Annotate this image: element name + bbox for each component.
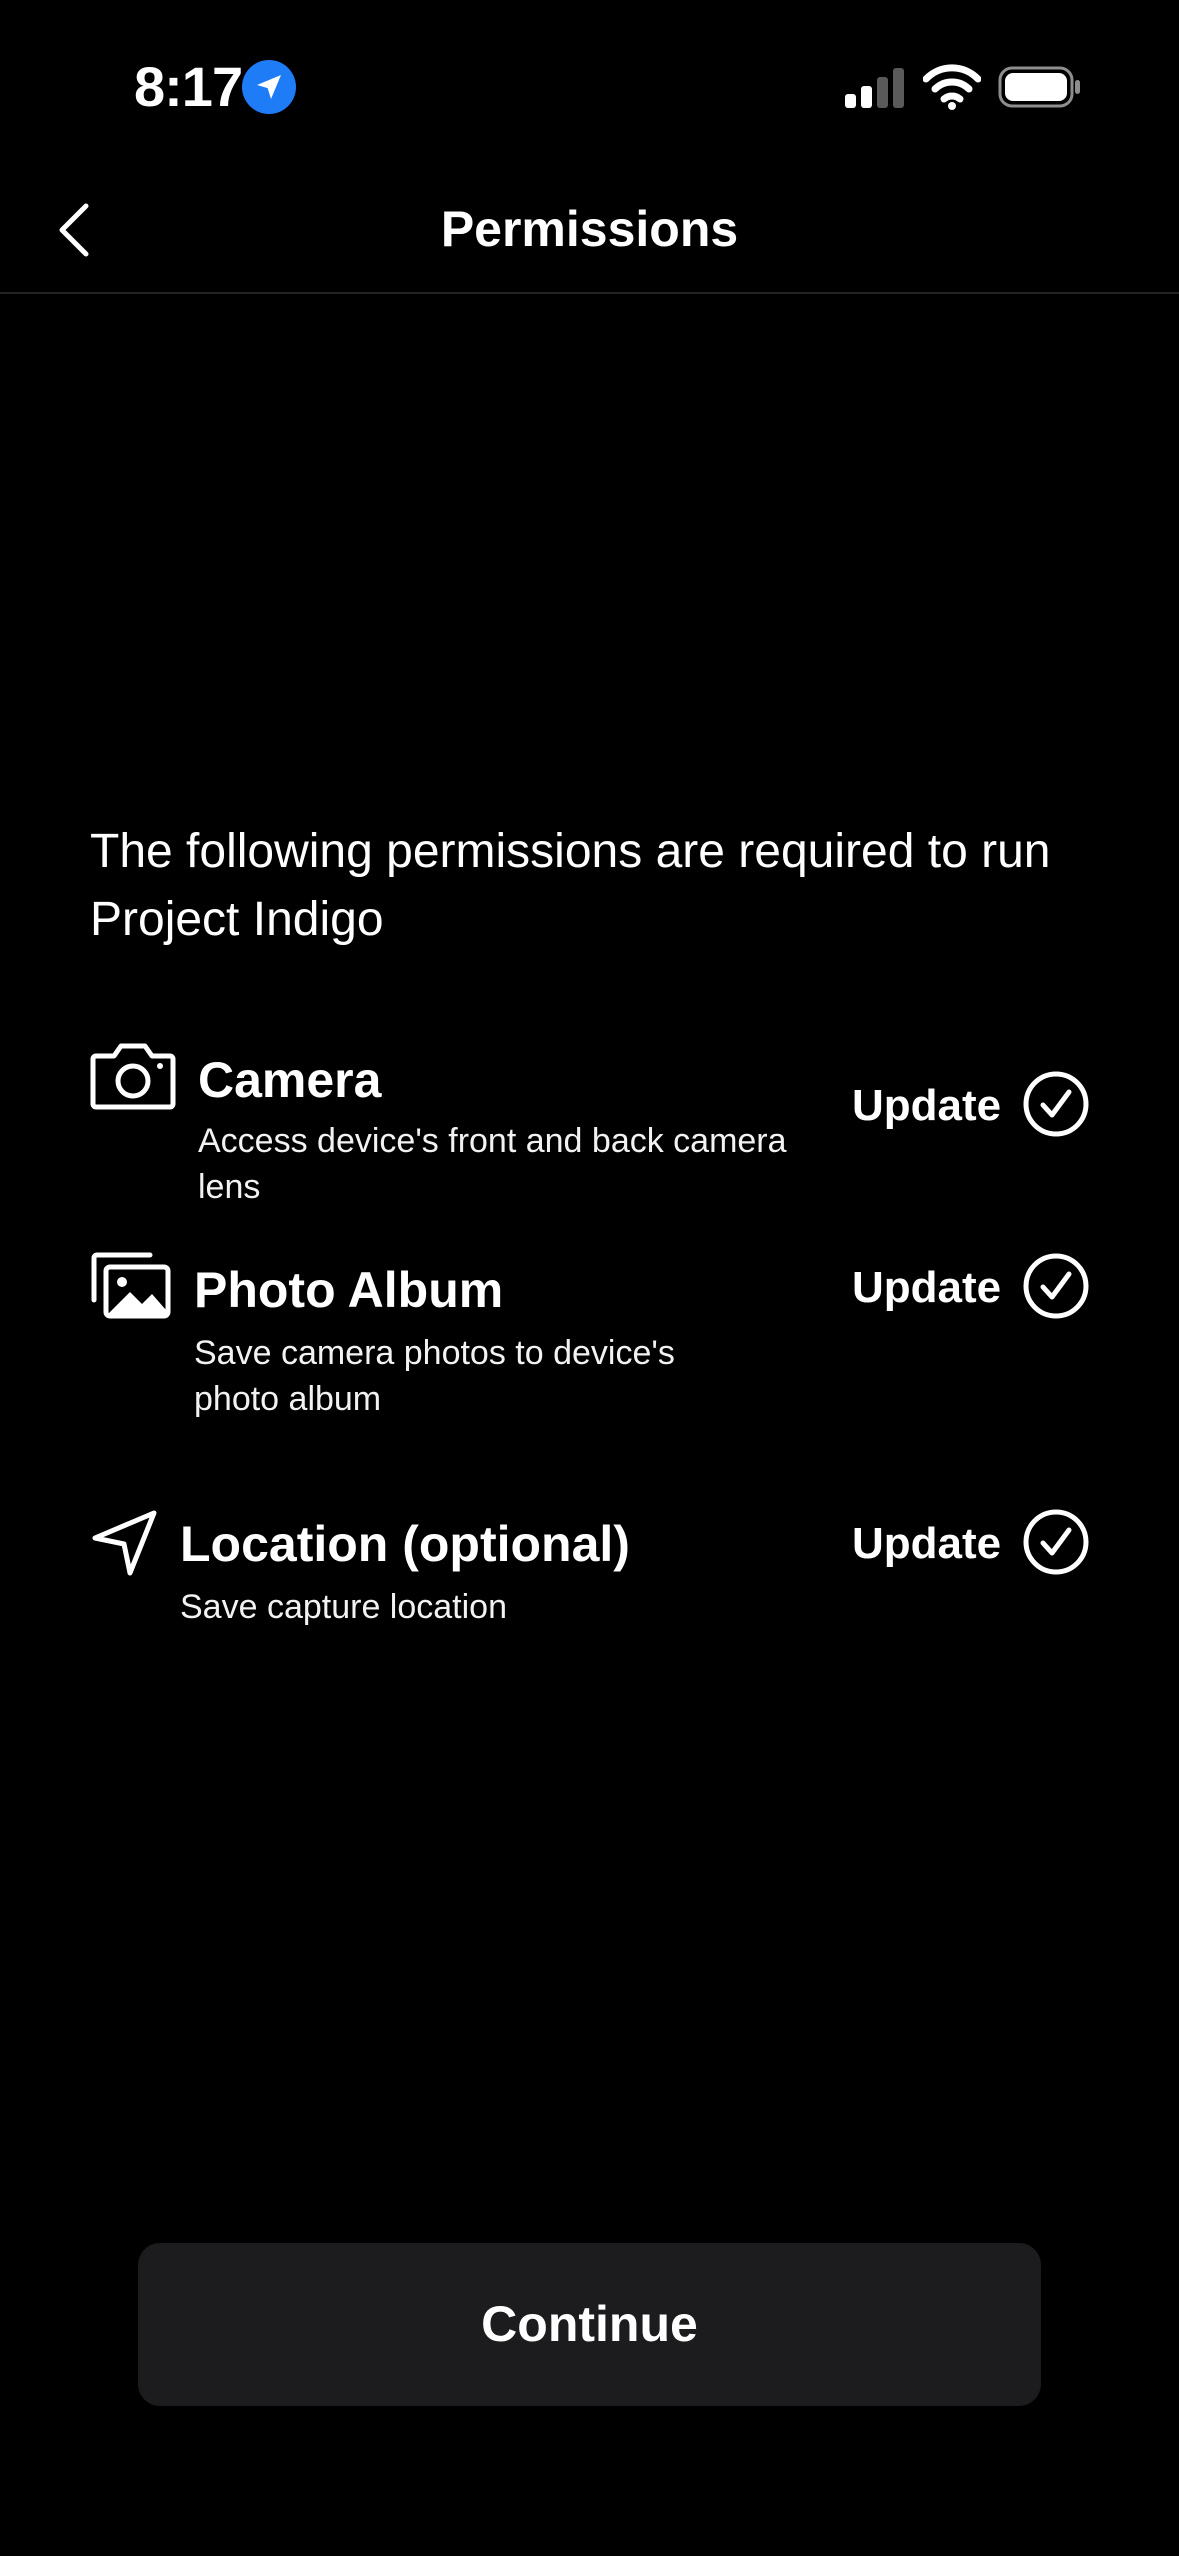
- camera-icon: [90, 1042, 176, 1115]
- update-photo-album-button[interactable]: Update: [852, 1260, 1001, 1316]
- permission-description: Save capture location: [180, 1588, 507, 1626]
- battery-icon: [998, 66, 1080, 108]
- check-circle-icon: [1023, 1253, 1089, 1319]
- permission-title: Photo Album: [194, 1262, 504, 1318]
- status-time: 8:17: [134, 55, 243, 118]
- permission-title: Camera: [198, 1052, 382, 1108]
- status-bar: 8:17: [0, 0, 1179, 170]
- cellular-signal-icon: [845, 68, 904, 108]
- photo-album-icon: [90, 1252, 172, 1325]
- update-camera-button[interactable]: Update: [852, 1078, 1001, 1134]
- page-title: Permissions: [440, 201, 739, 257]
- permission-description: Save camera photos to device's photo alb…: [194, 1334, 675, 1418]
- wifi-icon: [923, 64, 981, 110]
- location-arrow-icon: [90, 1508, 160, 1583]
- continue-button[interactable]: Continue: [138, 2243, 1041, 2406]
- check-circle-icon: [1023, 1071, 1089, 1137]
- check-circle-icon: [1023, 1509, 1089, 1575]
- permission-title: Location (optional): [180, 1516, 630, 1572]
- permission-description: Access device's front and back camera le…: [198, 1122, 787, 1206]
- update-location-button[interactable]: Update: [852, 1516, 1001, 1572]
- navigation-bar: Permissions: [0, 170, 1179, 294]
- location-services-icon: [242, 60, 296, 114]
- permissions-intro-text: The following permissions are required t…: [90, 825, 1051, 946]
